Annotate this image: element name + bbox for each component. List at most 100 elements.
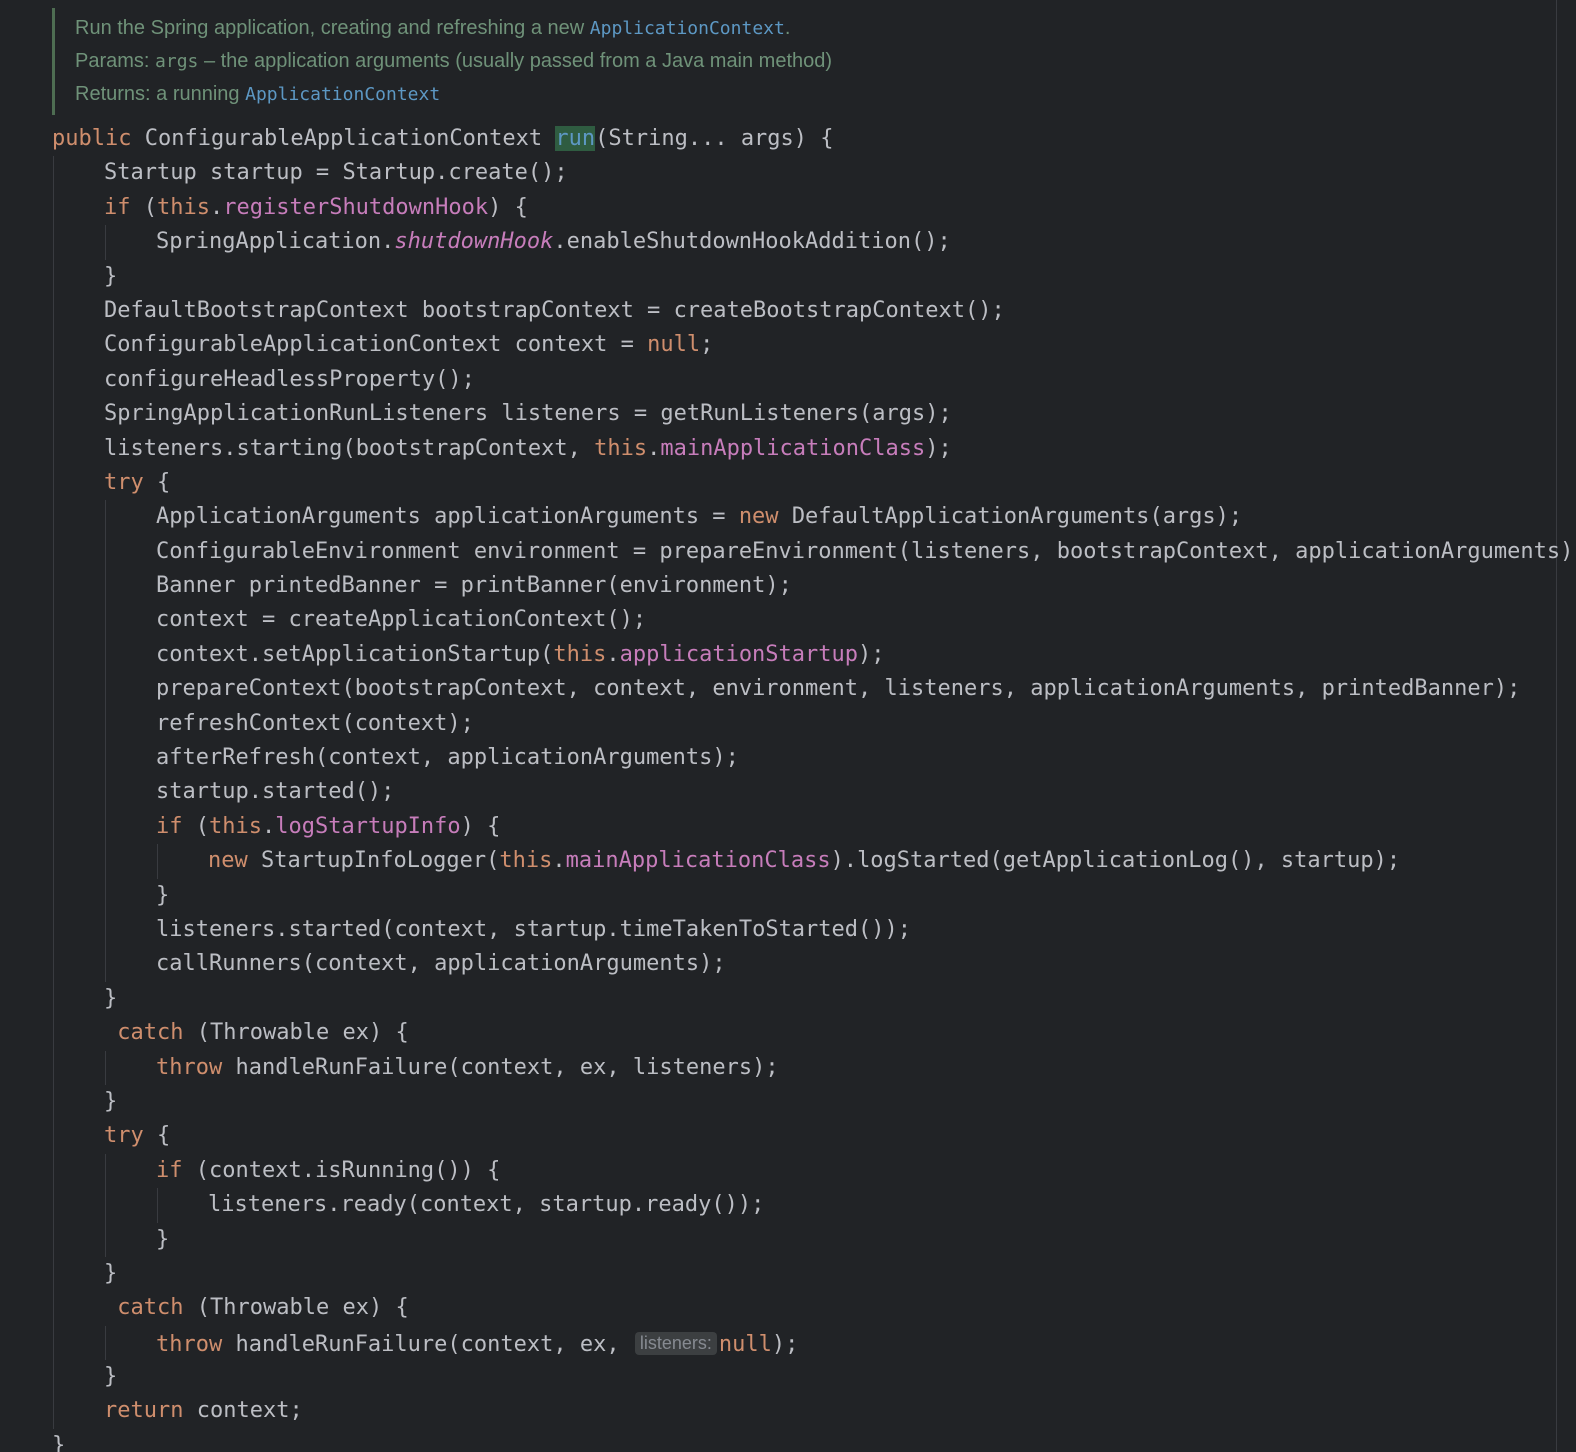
identifier-token: context: [328, 745, 421, 771]
punctuation-token: );: [699, 951, 726, 977]
code-line-text: context = createApplicationContext();: [52, 607, 646, 632]
code-line[interactable]: if (this.logStartupInfo) {: [0, 810, 1576, 844]
code-line[interactable]: if (this.registerShutdownHook) {: [0, 191, 1576, 225]
javadoc-comment-block: Run the Spring application, creating and…: [52, 8, 1532, 115]
code-line[interactable]: ApplicationArguments applicationArgument…: [0, 500, 1576, 534]
punctuation-token: (: [301, 951, 315, 977]
code-line[interactable]: }: [0, 879, 1576, 913]
code-line[interactable]: context.setApplicationStartup(this.appli…: [0, 638, 1576, 672]
punctuation-token: [131, 126, 144, 151]
identifier-token: setApplicationStartup: [261, 641, 541, 667]
code-line-text: }: [52, 264, 117, 289]
code-line[interactable]: Banner printedBanner = printBanner(envir…: [0, 569, 1576, 603]
code-line[interactable]: context = createApplicationContext();: [0, 603, 1576, 637]
code-line-text: }: [52, 1089, 117, 1114]
code-line[interactable]: }: [0, 1257, 1576, 1291]
identifier-token: prepareEnvironment: [659, 538, 898, 564]
code-line[interactable]: }: [0, 1360, 1576, 1394]
static-field-token: shutdownHook: [394, 229, 554, 255]
code-line[interactable]: listeners.started(context, startup.timeT…: [0, 913, 1576, 947]
punctuation-token: (: [447, 1331, 461, 1357]
punctuation-token: =: [302, 160, 343, 186]
code-line[interactable]: configureHeadlessProperty();: [0, 363, 1576, 397]
code-line[interactable]: ConfigurableEnvironment environment = pr…: [0, 535, 1576, 569]
code-line[interactable]: }: [0, 1085, 1576, 1119]
code-line[interactable]: public ConfigurableApplicationContext ru…: [0, 122, 1576, 156]
indent-guide: [157, 1188, 158, 1223]
code-line[interactable]: throw handleRunFailure(context, ex, list…: [0, 1326, 1576, 1360]
punctuation-token: );: [712, 745, 739, 771]
code-line[interactable]: callRunners(context, applicationArgument…: [0, 947, 1576, 981]
punctuation-token: .: [327, 1192, 341, 1218]
code-line[interactable]: DefaultBootstrapContext bootstrapContext…: [0, 294, 1576, 328]
punctuation-token: [461, 539, 474, 564]
code-line[interactable]: new StartupInfoLogger(this.mainApplicati…: [0, 844, 1576, 878]
code-line[interactable]: refreshContext(context);: [0, 707, 1576, 741]
code-line[interactable]: afterRefresh(context, applicationArgumen…: [0, 741, 1576, 775]
punctuation-token: }: [104, 1260, 118, 1286]
code-line[interactable]: ConfigurableApplicationContext context =…: [0, 328, 1576, 362]
code-line[interactable]: listeners.ready(context, startup.ready()…: [0, 1188, 1576, 1222]
punctuation-token: (: [341, 710, 355, 736]
code-line[interactable]: if (context.isRunning()) {: [0, 1154, 1576, 1188]
code-line[interactable]: }: [0, 982, 1576, 1016]
punctuation-token: );: [752, 1054, 779, 1080]
identifier-token: listeners: [156, 916, 276, 942]
punctuation-token: [329, 1020, 342, 1045]
code-lines-container[interactable]: public ConfigurableApplicationContext ru…: [0, 122, 1576, 1452]
code-line-text: Banner printedBanner = printBanner(envir…: [52, 573, 792, 598]
identifier-token: listeners: [104, 435, 224, 461]
punctuation-token: }: [104, 1364, 118, 1390]
keyword-token: null: [647, 332, 701, 358]
punctuation-token: );: [858, 641, 885, 667]
code-line-text: SpringApplicationRunListeners listeners …: [52, 401, 952, 426]
punctuation-token: .: [647, 435, 661, 461]
identifier-token: applicationArguments: [434, 504, 700, 530]
identifier-token: callRunners: [156, 951, 302, 977]
code-line[interactable]: prepareContext(bootstrapContext, context…: [0, 672, 1576, 706]
code-line[interactable]: }: [0, 1223, 1576, 1257]
keyword-token: try: [104, 469, 144, 495]
punctuation-token: (: [859, 401, 873, 427]
keyword-token: catch: [117, 1020, 184, 1046]
instance-field-token: applicationStartup: [619, 641, 859, 667]
keyword-token: if: [156, 1157, 183, 1183]
code-line[interactable]: }: [0, 260, 1576, 294]
punctuation-token: ,: [1268, 538, 1296, 564]
code-line[interactable]: return context;: [0, 1394, 1576, 1428]
parameter-inlay-hint[interactable]: listeners:: [634, 1331, 717, 1355]
punctuation-token: =: [420, 573, 461, 599]
code-line[interactable]: throw handleRunFailure(context, ex, list…: [0, 1051, 1576, 1085]
code-line[interactable]: startup.started();: [0, 775, 1576, 809]
instance-field-token: logStartupInfo: [275, 813, 461, 839]
code-line[interactable]: Startup startup = Startup.create();: [0, 156, 1576, 190]
punctuation-token: (: [341, 676, 355, 702]
javadoc-summary-line: Run the Spring application, creating and…: [75, 12, 1532, 45]
code-line-text: ApplicationArguments applicationArgument…: [52, 504, 1242, 529]
punctuation-token: [104, 1020, 117, 1045]
code-line[interactable]: }: [0, 1429, 1576, 1452]
punctuation-token: );: [765, 573, 792, 599]
code-line[interactable]: try {: [0, 466, 1576, 500]
code-editor-pane[interactable]: Run the Spring application, creating and…: [0, 0, 1576, 1452]
punctuation-token: ();: [527, 160, 568, 186]
identifier-token: StartupInfoLogger: [261, 848, 487, 874]
javadoc-params-name: args: [155, 51, 199, 72]
code-line[interactable]: try {: [0, 1119, 1576, 1153]
code-line-text: }: [52, 1433, 65, 1452]
identifier-token: started: [261, 779, 355, 805]
punctuation-token: (: [314, 745, 329, 771]
instance-field-token: registerShutdownHook: [223, 194, 489, 220]
identifier-token: createApplicationContext: [288, 607, 607, 633]
punctuation-token: (: [342, 435, 356, 461]
identifier-token: environment: [712, 676, 859, 702]
punctuation-token: );: [925, 401, 952, 427]
code-line[interactable]: catch (Throwable ex) {: [0, 1016, 1576, 1050]
punctuation-token: =: [248, 607, 289, 633]
code-line[interactable]: catch (Throwable ex) {: [0, 1291, 1576, 1325]
code-line[interactable]: SpringApplication.shutdownHook.enableShu…: [0, 225, 1576, 259]
code-line[interactable]: SpringApplicationRunListeners listeners …: [0, 397, 1576, 431]
code-line[interactable]: listeners.starting(bootstrapContext, thi…: [0, 432, 1576, 466]
code-line-text: ConfigurableApplicationContext context =…: [52, 332, 713, 357]
punctuation-token: {: [143, 469, 171, 495]
